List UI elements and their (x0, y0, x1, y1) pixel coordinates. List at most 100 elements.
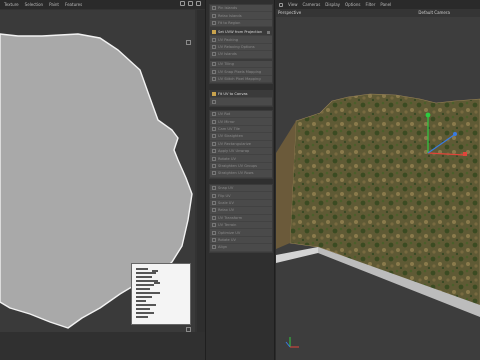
command-icon (212, 134, 216, 139)
fit-icon (212, 92, 216, 97)
command-icon (212, 20, 216, 25)
command-item[interactable]: Straighten UV Groups (210, 163, 272, 171)
command-group-6: Snap UV Flip UV Scale UV Relax UV UV Tra… (209, 184, 273, 253)
command-icon (212, 156, 216, 161)
command-icon (212, 37, 216, 42)
fit-uv-canvas-button[interactable]: Fit UV to Canvas (210, 91, 272, 99)
gizmo-y-handle[interactable] (425, 112, 431, 118)
command-item[interactable]: Cam UV Tile (210, 126, 272, 134)
command-item[interactable]: UV Mirror (210, 118, 272, 126)
command-item[interactable]: UV Snap Pixels Mapping (210, 68, 272, 76)
command-item[interactable]: Optimize UV (210, 229, 272, 237)
gizmo-x-handle[interactable] (463, 152, 467, 156)
texture-thumbnail (131, 263, 191, 325)
command-icon (212, 112, 216, 117)
command-item[interactable]: Fit to Region (210, 20, 272, 28)
command-item[interactable]: Align (210, 244, 272, 252)
command-item[interactable]: UV Terrain (210, 222, 272, 230)
camera-name-label[interactable]: Default Camera (418, 10, 450, 15)
command-icon (212, 119, 216, 124)
uv-command-palette: Pin Islands Relax Islands Fit to Region … (205, 0, 275, 360)
command-icon (212, 126, 216, 131)
viewport-menubar: View Cameras Display Options Filter Pane… (276, 0, 480, 9)
command-item[interactable]: Scale UV (210, 200, 272, 208)
command-icon (212, 208, 216, 213)
grid-icon[interactable] (180, 1, 185, 6)
command-item[interactable]: Apply UV Unwrap (210, 148, 272, 156)
options-icon[interactable] (267, 30, 270, 34)
command-item[interactable]: UV Rot (210, 111, 272, 119)
command-item[interactable]: Straighten UV Rows (210, 170, 272, 178)
command-item[interactable]: UV Rectangularize (210, 141, 272, 148)
set-uvw-projection-button[interactable]: Set UVW from Projection (210, 29, 272, 37)
command-icon (212, 141, 216, 146)
command-item[interactable]: UV Straighten (210, 133, 272, 141)
uv-corner-bottom-icon[interactable] (186, 327, 191, 332)
command-icon (212, 223, 216, 228)
menu-paint[interactable]: Paint (49, 2, 59, 7)
command-item[interactable]: UV Transform (210, 215, 272, 222)
command-group-1: Pin Islands Relax Islands Fit to Region (209, 4, 273, 29)
3d-viewport-panel: View Cameras Display Options Filter Pane… (276, 0, 480, 360)
command-icon (212, 69, 216, 74)
menu-filter[interactable]: Filter (365, 2, 375, 7)
command-item[interactable]: Rotate UV (210, 155, 272, 163)
scene-canvas[interactable] (276, 17, 480, 360)
command-group-4: Fit UV to Canvas (209, 90, 273, 107)
command-item[interactable]: UV Relaxing Options (210, 44, 272, 52)
expand-icon[interactable] (196, 1, 201, 6)
axis-indicator-z (285, 341, 291, 348)
command-icon (212, 13, 216, 18)
menu-options[interactable]: Options (345, 2, 360, 7)
command-item[interactable]: Snap UV (210, 185, 272, 193)
command-item[interactable]: Relax UV (210, 207, 272, 215)
command-icon (212, 171, 216, 176)
uv-menubar: Texture Selection Paint Features (0, 0, 205, 9)
menu-panel[interactable]: Panel (380, 2, 391, 7)
command-item[interactable]: Rotate UV (210, 237, 272, 245)
command-group-2: Set UVW from Projection UV Packing UV Re… (209, 28, 273, 60)
command-icon (212, 76, 216, 81)
command-group-5: UV Rot UV Mirror Cam UV Tile UV Straight… (209, 110, 273, 179)
menu-texture[interactable]: Texture (4, 2, 19, 7)
command-item[interactable]: UV Tiling (210, 61, 272, 69)
command-item[interactable]: Relax Islands (210, 12, 272, 20)
command-icon (212, 62, 216, 67)
view-name-label: Perspective (278, 10, 302, 15)
menu-display[interactable]: Display (325, 2, 340, 7)
uv-status-bar (0, 327, 205, 360)
menu-features[interactable]: Features (65, 2, 82, 7)
command-icon (212, 230, 216, 235)
command-item[interactable] (210, 98, 272, 106)
command-icon (212, 193, 216, 198)
uv-toolbar-icons (180, 1, 201, 6)
command-icon (212, 99, 216, 104)
uv-editor-panel: Texture Selection Paint Features (0, 0, 205, 360)
command-icon (212, 215, 216, 220)
command-icon (212, 163, 216, 168)
menu-selection[interactable]: Selection (25, 2, 43, 7)
lock-icon[interactable] (188, 1, 193, 6)
viewport-menu-icon[interactable] (279, 2, 283, 7)
command-item[interactable]: Pin Islands (210, 5, 272, 13)
command-icon (212, 52, 216, 57)
command-icon (212, 149, 216, 154)
uv-corner-top-icon[interactable] (186, 40, 191, 45)
uv-scrollbar[interactable] (197, 10, 205, 332)
menu-view[interactable]: View (288, 2, 298, 7)
command-group-3: UV Tiling UV Snap Pixels Mapping UV Stit… (209, 60, 273, 85)
command-icon (212, 6, 216, 11)
command-item[interactable]: Flip UV (210, 192, 272, 200)
command-item[interactable]: UV Packing (210, 36, 272, 44)
command-item[interactable]: UV Islands (210, 51, 272, 59)
projection-icon (212, 30, 216, 35)
command-icon (212, 200, 216, 205)
terrain-side-wall (276, 247, 318, 263)
command-icon (212, 237, 216, 242)
command-icon (212, 44, 216, 49)
gizmo-z-handle[interactable] (453, 132, 457, 136)
menu-cameras[interactable]: Cameras (303, 2, 321, 7)
command-item[interactable]: UV Stitch Pixel Mapping (210, 76, 272, 84)
command-icon (212, 186, 216, 191)
command-icon (212, 245, 216, 250)
